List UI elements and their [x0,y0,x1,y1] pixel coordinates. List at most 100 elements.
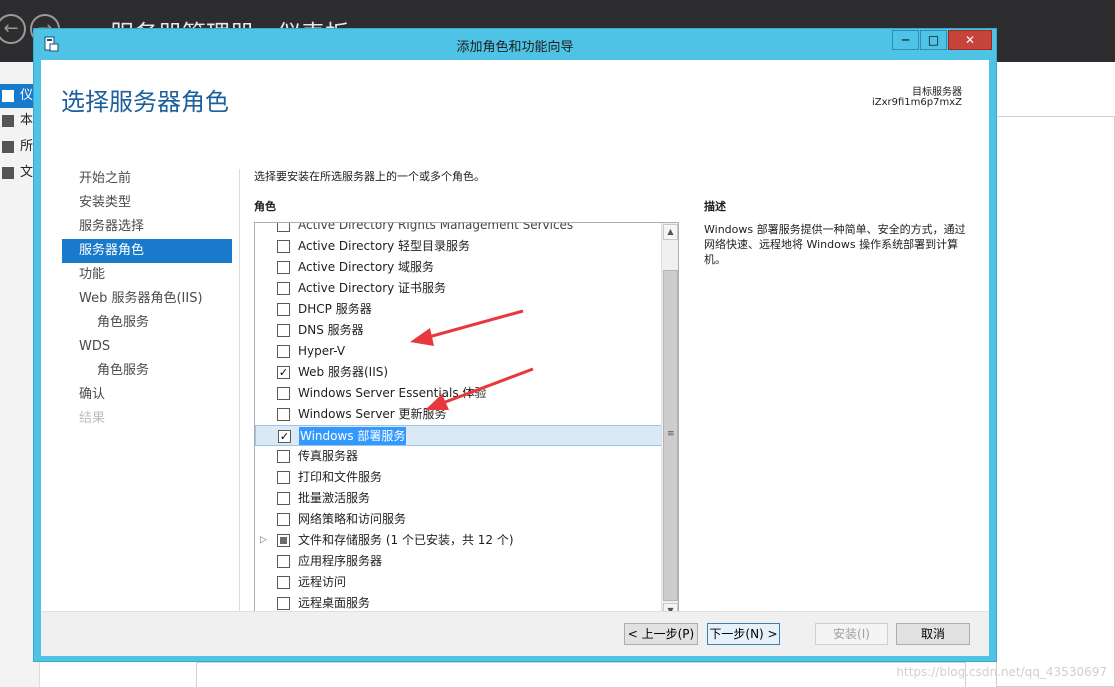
dialog-titlebar[interactable]: 添加角色和功能向导 ─ □ ✕ [34,29,996,61]
target-server-label: 目标服务器 [912,87,962,98]
role-label: DNS 服务器 [298,323,364,337]
instruction-text: 选择要安装在所选服务器上的一个或多个角色。 [254,170,485,183]
list-item[interactable]: Windows Server Essentials 体验 [255,383,662,404]
minimize-button[interactable]: ─ [892,30,919,50]
servers-icon [2,141,14,153]
list-item[interactable]: Active Directory 轻型目录服务 [255,236,662,257]
list-item[interactable]: DHCP 服务器 [255,299,662,320]
scroll-up-icon[interactable]: ▲ [663,224,678,240]
nav-item-wds-role-services[interactable]: 角色服务 [62,359,232,383]
back-icon[interactable]: ← [0,14,26,44]
role-checkbox[interactable] [277,408,290,421]
role-checkbox[interactable] [277,282,290,295]
role-label: Active Directory 域服务 [298,260,435,274]
nav-item-server-roles[interactable]: 服务器角色 [62,239,232,263]
grip-icon: ≡ [667,429,675,439]
list-item[interactable]: 打印和文件服务 [255,467,662,488]
maximize-button[interactable]: □ [920,30,947,50]
role-label: Windows Server 更新服务 [298,407,447,421]
role-checkbox[interactable] [277,450,290,463]
list-item[interactable]: ✓ Windows 部署服务 [255,425,662,446]
wizard-nav: 开始之前 安装类型 服务器选择 服务器角色 功能 Web 服务器角色(IIS) … [62,167,232,431]
nav-item-features[interactable]: 功能 [62,263,232,287]
role-checkbox[interactable] [277,387,290,400]
role-label: Windows 部署服务 [299,427,407,445]
folder-icon [2,167,14,179]
role-label: 批量激活服务 [298,491,371,505]
nav-item-web-server-role[interactable]: Web 服务器角色(IIS) [62,287,232,311]
role-label: 打印和文件服务 [298,470,383,484]
role-checkbox[interactable] [277,471,290,484]
list-item[interactable]: Active Directory 域服务 [255,257,662,278]
list-item[interactable]: DNS 服务器 [255,320,662,341]
add-roles-wizard-dialog: 添加角色和功能向导 ─ □ ✕ 选择服务器角色 目标服务器 iZxr9fi1m6… [33,28,997,662]
scroll-thumb[interactable]: ≡ [663,270,678,601]
list-item[interactable]: 远程访问 [255,572,662,593]
description-header: 描述 [704,200,726,213]
server-icon [2,115,14,127]
role-label: Active Directory 轻型目录服务 [298,239,471,253]
dialog-title: 添加角色和功能向导 [456,40,574,55]
close-button[interactable]: ✕ [948,30,992,50]
expand-icon[interactable]: ▷ [260,530,267,551]
target-server-value: iZxr9fi1m6p7mxZ [871,97,962,108]
description-text: Windows 部署服务提供一种简单、安全的方式，通过网络快速、远程地将 Win… [704,223,966,266]
role-label: Hyper-V [298,344,346,358]
list-item[interactable]: ✓ Web 服务器(IIS) [255,362,662,383]
dashboard-icon [2,90,14,102]
next-button[interactable]: 下一步(N) > [707,623,780,645]
role-checkbox[interactable] [277,223,290,232]
nav-divider [239,169,240,616]
list-item[interactable]: Active Directory 证书服务 [255,278,662,299]
page-title: 选择服务器角色 [61,88,229,116]
role-label: 传真服务器 [298,449,359,463]
list-item[interactable]: 批量激活服务 [255,488,662,509]
list-item[interactable]: Windows Server 更新服务 [255,404,662,425]
list-item[interactable]: 应用程序服务器 [255,551,662,572]
previous-button[interactable]: < 上一步(P) [624,623,698,645]
role-checkbox[interactable] [277,303,290,316]
role-label: 应用程序服务器 [298,554,383,568]
nav-item-wds[interactable]: WDS [62,335,232,359]
list-item[interactable]: 网络策略和访问服务 [255,509,662,530]
role-label: Active Directory 证书服务 [298,281,447,295]
maximize-icon: □ [927,33,940,47]
role-checkbox[interactable]: ✓ [277,366,290,379]
role-checkbox[interactable] [277,324,290,337]
dialog-client-area: 选择服务器角色 目标服务器 iZxr9fi1m6p7mxZ 开始之前 安装类型 … [41,60,989,656]
nav-item-server-selection[interactable]: 服务器选择 [62,215,232,239]
role-checkbox[interactable] [277,534,290,547]
watermark: https://blog.csdn.net/qq_43530697 [896,665,1107,679]
list-item[interactable]: 传真服务器 [255,446,662,467]
close-icon: ✕ [964,33,976,47]
role-label: DHCP 服务器 [298,302,372,316]
role-label: Web 服务器(IIS) [298,365,389,379]
minimize-icon: ─ [901,33,910,47]
roles-header: 角色 [254,200,276,213]
nav-item-iis-role-services[interactable]: 角色服务 [62,311,232,335]
nav-item-confirmation[interactable]: 确认 [62,383,232,407]
install-button: 安装(I) [815,623,888,645]
list-item[interactable]: Hyper-V [255,341,662,362]
nav-item-before-you-begin[interactable]: 开始之前 [62,167,232,191]
roles-list[interactable]: Active Directory Rights Management Servi… [254,222,679,621]
role-checkbox[interactable] [277,492,290,505]
list-item[interactable]: Active Directory Rights Management Servi… [255,223,662,236]
list-item[interactable]: ▷ 文件和存储服务 (1 个已安装，共 12 个) [255,530,662,551]
role-checkbox[interactable] [277,597,290,610]
role-label: Windows Server Essentials 体验 [298,386,487,400]
role-label: 网络策略和访问服务 [298,512,407,526]
nav-item-installation-type[interactable]: 安装类型 [62,191,232,215]
role-checkbox[interactable]: ✓ [278,430,291,443]
background-panel [996,116,1115,687]
role-checkbox[interactable] [277,261,290,274]
role-label: 文件和存储服务 (1 个已安装，共 12 个) [298,533,514,547]
role-checkbox[interactable] [277,576,290,589]
role-checkbox[interactable] [277,345,290,358]
role-checkbox[interactable] [277,240,290,253]
cancel-button[interactable]: 取消 [896,623,970,645]
role-checkbox[interactable] [277,513,290,526]
background-panel-bottom [196,662,966,687]
roles-scrollbar[interactable]: ▲ ≡ ▼ [661,223,678,620]
role-checkbox[interactable] [277,555,290,568]
